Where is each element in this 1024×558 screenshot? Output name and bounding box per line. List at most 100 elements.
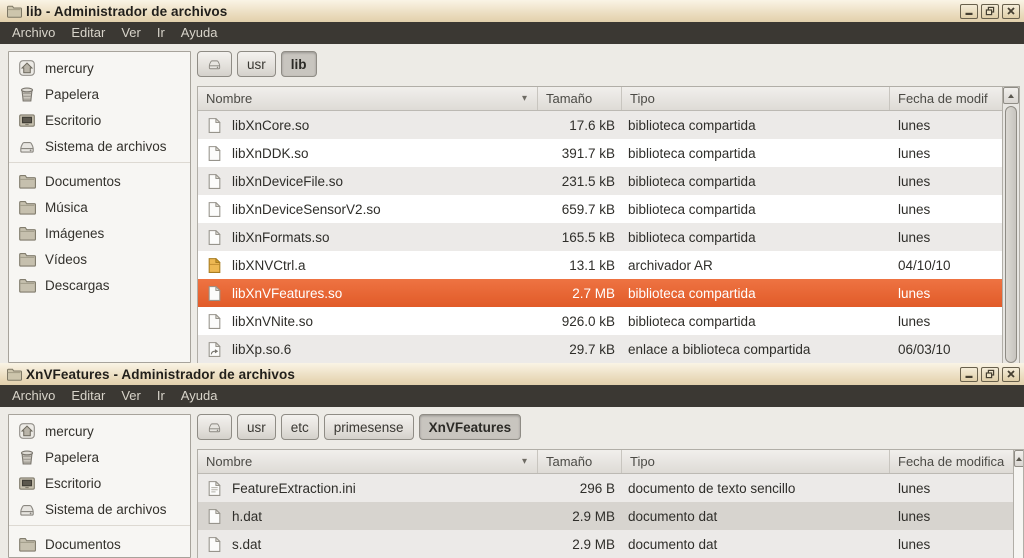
file-link-icon	[206, 341, 223, 358]
title-bar[interactable]: lib - Administrador de archivos	[0, 0, 1024, 22]
file-name-cell: libXp.so.6	[198, 341, 538, 358]
column-header-name[interactable]: Nombre ▾	[198, 450, 538, 473]
table-row[interactable]: libXNVCtrl.a 13.1 kB archivador AR 04/10…	[198, 251, 1002, 279]
maximize-button[interactable]	[981, 366, 999, 382]
file-date-cell: 06/03/10	[898, 341, 951, 357]
sidebar-item[interactable]: Sistema de archivos	[9, 496, 190, 526]
file-size-cell: 13.1 kB	[569, 257, 615, 273]
maximize-button[interactable]	[981, 3, 999, 19]
menu-item[interactable]: Editar	[63, 385, 113, 407]
column-header-date[interactable]: Fecha de modif	[890, 87, 1002, 110]
table-row[interactable]: FeatureExtraction.ini 296 B documento de…	[198, 474, 1013, 502]
menu-item[interactable]: Archivo	[4, 385, 63, 407]
sidebar-item[interactable]: Imágenes	[9, 220, 190, 246]
breadcrumb-button[interactable]: XnVFeatures	[418, 414, 522, 440]
file-name-cell: libXnVFeatures.so	[198, 285, 538, 302]
table-row[interactable]: s.dat 2.9 MB documento dat lunes	[198, 530, 1013, 558]
column-header-date[interactable]: Fecha de modifica	[890, 450, 1013, 473]
breadcrumb-button[interactable]	[197, 51, 232, 77]
breadcrumb-button[interactable]: lib	[280, 51, 317, 77]
scrollbar-thumb[interactable]	[1005, 106, 1017, 363]
menu-item[interactable]: Ir	[149, 385, 173, 407]
sidebar-item[interactable]: Música	[9, 194, 190, 220]
column-header-size[interactable]: Tamaño	[538, 450, 622, 473]
file-date-cell: lunes	[898, 117, 931, 133]
scroll-up-button[interactable]	[1003, 87, 1019, 104]
file-size-cell: 2.7 MB	[572, 285, 615, 301]
minimize-icon	[965, 12, 973, 15]
file-type-cell: biblioteca compartida	[628, 201, 756, 217]
table-row[interactable]: libXnDeviceFile.so 231.5 kB biblioteca c…	[198, 167, 1002, 195]
minimize-button[interactable]	[960, 366, 978, 382]
menu-item[interactable]: Ver	[113, 22, 149, 44]
table-row[interactable]: libXnDeviceSensorV2.so 659.7 kB bibliote…	[198, 195, 1002, 223]
scroll-up-button[interactable]	[1014, 450, 1023, 467]
sidebar-item[interactable]: Escritorio	[9, 470, 190, 496]
arrow-up-icon	[1016, 456, 1022, 461]
home-icon	[18, 422, 36, 440]
maximize-icon	[985, 6, 995, 16]
menu-item[interactable]: Ayuda	[173, 385, 226, 407]
minimize-button[interactable]	[960, 3, 978, 19]
breadcrumb-button[interactable]: primesense	[323, 414, 414, 440]
table-row[interactable]: libXnDDK.so 391.7 kB biblioteca comparti…	[198, 139, 1002, 167]
close-button[interactable]	[1002, 3, 1020, 19]
vertical-scrollbar[interactable]	[1002, 87, 1019, 363]
table-row[interactable]: libXnVNite.so 926.0 kB biblioteca compar…	[198, 307, 1002, 335]
maximize-icon	[985, 369, 995, 379]
file-list-area: Nombre ▾ Tamaño Tipo Fecha de modif libXn…	[197, 86, 1020, 363]
table-row[interactable]: libXnCore.so 17.6 kB biblioteca comparti…	[198, 111, 1002, 139]
breadcrumb-button[interactable]	[197, 414, 232, 440]
breadcrumb-button[interactable]: usr	[237, 414, 276, 440]
file-type-cell: biblioteca compartida	[628, 117, 756, 133]
folder-icon	[18, 198, 36, 216]
sidebar-item[interactable]: Sistema de archivos	[9, 133, 190, 163]
menu-item[interactable]: Ver	[113, 385, 149, 407]
menu-bar: Archivo Editar Ver Ir Ayuda	[0, 22, 1024, 44]
column-header-name[interactable]: Nombre ▾	[198, 87, 538, 110]
file-size-cell: 926.0 kB	[561, 313, 615, 329]
sidebar-item[interactable]: Documentos	[9, 168, 190, 194]
sidebar-item[interactable]: Papelera	[9, 444, 190, 470]
window-controls	[960, 3, 1020, 19]
window-title: XnVFeatures - Administrador de archivos	[26, 366, 295, 382]
file-name-cell: libXnCore.so	[198, 117, 538, 134]
table-rows: libXnCore.so 17.6 kB biblioteca comparti…	[198, 111, 1002, 363]
title-bar[interactable]: XnVFeatures - Administrador de archivos	[0, 363, 1024, 385]
file-type-cell: biblioteca compartida	[628, 145, 756, 161]
file-size-cell: 659.7 kB	[561, 201, 615, 217]
table-row[interactable]: libXnFormats.so 165.5 kB biblioteca comp…	[198, 223, 1002, 251]
column-header-type[interactable]: Tipo	[622, 450, 890, 473]
breadcrumb-button[interactable]: etc	[280, 414, 319, 440]
table-row[interactable]: h.dat 2.9 MB documento dat lunes	[198, 502, 1013, 530]
sidebar-item[interactable]: Papelera	[9, 81, 190, 107]
close-button[interactable]	[1002, 366, 1020, 382]
sidebar-item[interactable]: Documentos	[9, 531, 190, 557]
close-icon	[1007, 7, 1015, 15]
places-sidebar: mercury Papelera Escritorio Sistema de a…	[8, 51, 191, 363]
file-list-area: Nombre ▾ Tamaño Tipo Fecha de modifica Fe…	[197, 449, 1024, 558]
menu-item[interactable]: Editar	[63, 22, 113, 44]
breadcrumb-button[interactable]: usr	[237, 51, 276, 77]
window-title: lib - Administrador de archivos	[26, 3, 228, 19]
sidebar-item[interactable]: Descargas	[9, 272, 190, 298]
sidebar-item[interactable]: mercury	[9, 55, 190, 81]
sidebar-item[interactable]: mercury	[9, 418, 190, 444]
file-manager-window-lib: lib - Administrador de archivos Archivo E…	[0, 0, 1024, 363]
sidebar-item[interactable]: Escritorio	[9, 107, 190, 133]
menu-item[interactable]: Archivo	[4, 22, 63, 44]
file-icon	[206, 285, 223, 302]
minimize-icon	[965, 375, 973, 378]
sidebar-item[interactable]: Vídeos	[9, 246, 190, 272]
table-row[interactable]: libXnVFeatures.so 2.7 MB biblioteca comp…	[198, 279, 1002, 307]
menu-bar: Archivo Editar Ver Ir Ayuda	[0, 385, 1024, 407]
vertical-scrollbar[interactable]	[1013, 450, 1023, 558]
menu-item[interactable]: Ir	[149, 22, 173, 44]
column-header-size[interactable]: Tamaño	[538, 87, 622, 110]
table-row[interactable]: libXp.so.6 29.7 kB enlace a biblioteca c…	[198, 335, 1002, 363]
menu-item[interactable]: Ayuda	[173, 22, 226, 44]
table-rows: FeatureExtraction.ini 296 B documento de…	[198, 474, 1013, 558]
column-header-type[interactable]: Tipo	[622, 87, 890, 110]
file-date-cell: lunes	[898, 508, 931, 524]
file-size-cell: 231.5 kB	[561, 173, 615, 189]
